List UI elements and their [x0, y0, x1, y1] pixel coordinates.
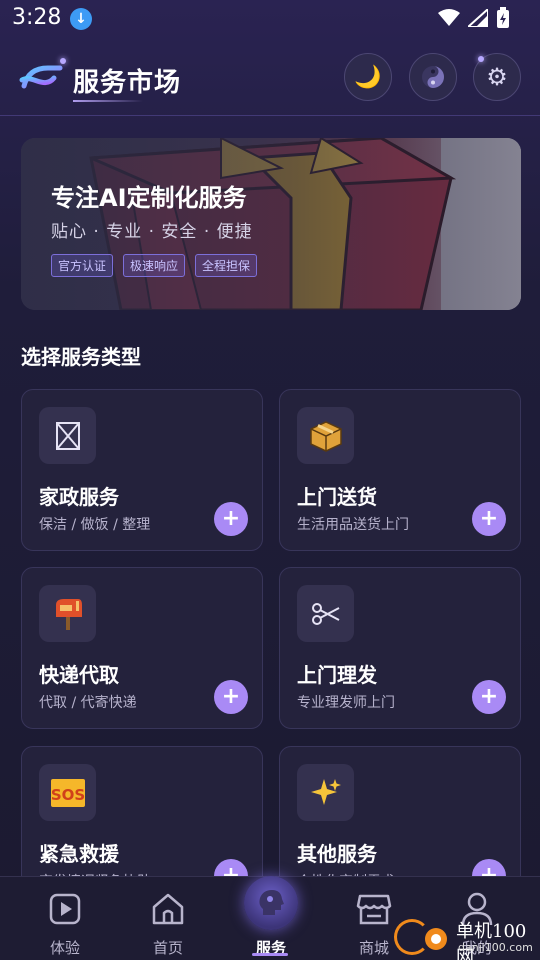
play-icon	[45, 889, 85, 929]
banner-title: 专注AI定制化服务	[51, 184, 247, 212]
nav-label: 体验	[49, 939, 80, 957]
package-icon	[297, 407, 354, 464]
banner-subtitle: 贴心 · 专业 · 安全 · 便捷	[51, 222, 253, 242]
nav-label: 首页	[152, 939, 183, 957]
dark-mode-button[interactable]: 🌙	[344, 53, 392, 101]
status-icons	[438, 7, 510, 29]
title-underline	[73, 100, 143, 102]
nav-item-home[interactable]: 首页	[114, 877, 222, 960]
add-button[interactable]: +	[472, 502, 506, 536]
card-description: 代取 / 代寄快递	[39, 695, 137, 711]
signal-icon	[468, 9, 488, 27]
theme-button[interactable]	[409, 53, 457, 101]
card-title: 快递代取	[39, 663, 119, 687]
service-card-haircut[interactable]: 上门理发 专业理发师上门 +	[279, 567, 521, 729]
sos-icon: SOS	[39, 764, 96, 821]
active-indicator	[252, 953, 288, 956]
home-icon	[148, 889, 188, 929]
add-button[interactable]: +	[214, 680, 248, 714]
nav-item-experience[interactable]: 体验	[11, 877, 119, 960]
card-title: 家政服务	[39, 485, 119, 509]
watermark-dot-icon	[425, 928, 447, 950]
card-title: 上门理发	[297, 663, 377, 687]
page-title: 服务市场	[73, 68, 182, 98]
sparkle-dot	[60, 58, 66, 64]
banner-tag: 全程担保	[195, 254, 258, 277]
battery-icon	[497, 7, 509, 28]
banner-tags: 官方认证 极速响应 全程担保	[51, 254, 258, 277]
section-title: 选择服务类型	[21, 345, 141, 369]
svg-text:SOS: SOS	[50, 786, 84, 804]
add-button[interactable]: +	[472, 680, 506, 714]
service-card-delivery[interactable]: 上门送货 生活用品送货上门 +	[279, 389, 521, 551]
watermark-logo: 单机100网 danji100.com	[394, 915, 540, 960]
card-description: 生活用品送货上门	[297, 517, 409, 533]
add-button[interactable]: +	[214, 502, 248, 536]
service-card-express-pickup[interactable]: 快递代取 代取 / 代寄快递 +	[21, 567, 263, 729]
gear-icon: ⚙	[486, 63, 508, 91]
app-logo-icon	[19, 65, 63, 89]
banner-tag: 极速响应	[123, 254, 186, 277]
card-title: 其他服务	[297, 842, 377, 866]
card-title: 上门送货	[297, 485, 377, 509]
promo-banner[interactable]: 专注AI定制化服务 贴心 · 专业 · 安全 · 便捷 官方认证 极速响应 全程…	[21, 138, 521, 310]
card-description: 保洁 / 做饭 / 整理	[39, 517, 151, 533]
card-description: 专业理发师上门	[297, 695, 395, 711]
status-time: 3:28	[12, 5, 62, 30]
download-icon: ↓	[70, 8, 92, 30]
card-title: 紧急救援	[39, 842, 119, 866]
app-header: 服务市场 🌙 ⚙	[0, 42, 540, 116]
store-icon	[354, 889, 394, 929]
scissors-icon	[297, 585, 354, 642]
sparkles-icon	[297, 764, 354, 821]
moon-icon: 🌙	[354, 64, 382, 90]
housekeeping-icon	[39, 407, 96, 464]
service-card-housekeeping[interactable]: 家政服务 保洁 / 做饭 / 整理 +	[21, 389, 263, 551]
palette-icon	[422, 66, 444, 88]
sparkle-dot	[478, 56, 484, 62]
watermark-url: danji100.com	[458, 941, 533, 954]
status-bar: 3:28 ↓	[0, 0, 540, 38]
wifi-icon	[438, 9, 460, 26]
robot-head-icon	[259, 890, 284, 915]
services-active-icon[interactable]	[244, 876, 298, 930]
mailbox-icon	[39, 585, 96, 642]
banner-tag: 官方认证	[51, 254, 114, 277]
